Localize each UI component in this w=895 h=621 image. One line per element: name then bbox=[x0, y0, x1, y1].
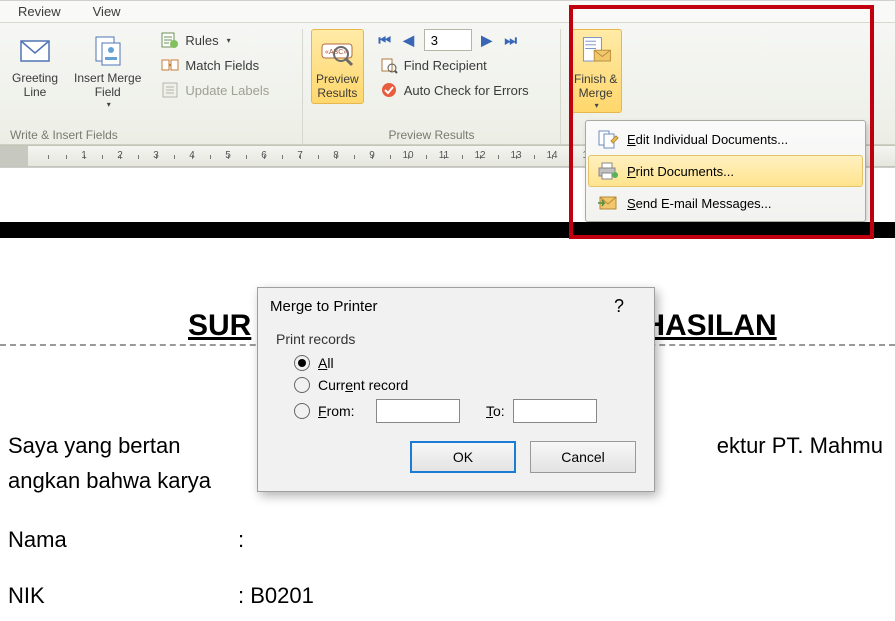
ruler-number: 13 bbox=[510, 150, 521, 161]
from-input[interactable] bbox=[376, 399, 460, 423]
tab-view[interactable]: View bbox=[87, 2, 127, 21]
separator-bar bbox=[0, 222, 895, 238]
chevron-down-icon: ▾ bbox=[595, 101, 599, 110]
tab-review[interactable]: Review bbox=[12, 2, 67, 21]
finish-merge-label: Finish & Merge bbox=[574, 72, 617, 101]
body-line-1-right: ektur PT. Mahmu bbox=[717, 428, 883, 463]
dialog-title: Merge to Printer bbox=[270, 298, 378, 315]
ruler-number: 8 bbox=[333, 150, 339, 161]
radio-from[interactable] bbox=[294, 403, 310, 419]
first-record-button[interactable]: ⏮ bbox=[376, 31, 394, 49]
last-record-button[interactable]: ⏭ bbox=[502, 31, 520, 49]
to-label: To: bbox=[486, 403, 505, 419]
field-nik-label: NIK bbox=[8, 578, 238, 613]
group-write-insert: Greeting Line Insert Merge Field ▾ Rules… bbox=[0, 29, 303, 144]
preview-results-button[interactable]: «ABC» Preview Results bbox=[311, 29, 364, 104]
ruler-number: 1 bbox=[81, 150, 87, 161]
insert-merge-field-button[interactable]: Insert Merge Field ▾ bbox=[70, 29, 145, 111]
ruler-number: 14 bbox=[546, 150, 557, 161]
group-preview-results: «ABC» Preview Results ⏮ ◀ ▶ ⏭ Find Recip… bbox=[303, 29, 561, 144]
menu-edit-label: Edit Individual Documents... bbox=[627, 132, 788, 147]
auto-check-label: Auto Check for Errors bbox=[404, 83, 529, 98]
find-recipient-label: Find Recipient bbox=[404, 58, 487, 73]
body-line-1-left: Saya yang bertan bbox=[8, 428, 180, 463]
ruler-number: 7 bbox=[297, 150, 303, 161]
ruler-number: 12 bbox=[474, 150, 485, 161]
doc-title-left: SUR bbox=[188, 302, 251, 350]
menu-edit-individual[interactable]: Edit Individual Documents... bbox=[588, 123, 863, 155]
match-fields-icon bbox=[161, 56, 179, 74]
menu-print-label: Print Documents... bbox=[627, 164, 734, 179]
chevron-down-icon: ▾ bbox=[107, 100, 111, 109]
match-fields-label: Match Fields bbox=[185, 58, 259, 73]
find-recipient-button[interactable]: Find Recipient bbox=[376, 54, 533, 76]
radio-current[interactable] bbox=[294, 377, 310, 393]
record-number-input[interactable] bbox=[424, 29, 472, 51]
field-nik-value: : B0201 bbox=[238, 578, 314, 613]
finish-merge-menu: Edit Individual Documents... Print Docum… bbox=[585, 120, 866, 222]
match-fields-button[interactable]: Match Fields bbox=[157, 54, 273, 76]
insert-merge-icon bbox=[90, 33, 126, 69]
next-record-button[interactable]: ▶ bbox=[478, 31, 496, 49]
group-label-preview: Preview Results bbox=[311, 128, 552, 142]
cancel-button[interactable]: Cancel bbox=[530, 441, 636, 473]
magnifier-icon: «ABC» bbox=[319, 34, 355, 70]
radio-all-label: All bbox=[318, 355, 334, 371]
merge-to-printer-dialog: Merge to Printer ? Print records All Cur… bbox=[257, 287, 655, 492]
insert-merge-label: Insert Merge Field bbox=[74, 71, 141, 100]
update-labels-button: Update Labels bbox=[157, 79, 273, 101]
find-recipient-icon bbox=[380, 56, 398, 74]
update-labels-label: Update Labels bbox=[185, 83, 269, 98]
radio-from-label: From: bbox=[318, 403, 368, 419]
ruler-number: 10 bbox=[402, 150, 413, 161]
ruler-number: 11 bbox=[439, 150, 449, 161]
to-input[interactable] bbox=[513, 399, 597, 423]
dialog-help-button[interactable]: ? bbox=[614, 296, 624, 317]
ruler-number: 2 bbox=[117, 150, 123, 161]
group-label-write: Write & Insert Fields bbox=[10, 128, 294, 142]
rules-icon bbox=[161, 31, 179, 49]
ruler-number: 3 bbox=[153, 150, 159, 161]
send-email-icon bbox=[597, 193, 619, 213]
auto-check-button[interactable]: Auto Check for Errors bbox=[376, 79, 533, 101]
preview-results-label: Preview Results bbox=[316, 72, 359, 101]
print-records-label: Print records bbox=[276, 331, 636, 347]
radio-all[interactable] bbox=[294, 355, 310, 371]
field-nama-colon: : bbox=[238, 522, 244, 557]
ribbon-tabs: Review View bbox=[0, 0, 895, 22]
menu-send-label: Send E-mail Messages... bbox=[627, 196, 772, 211]
update-labels-icon bbox=[161, 81, 179, 99]
rules-button[interactable]: Rules ▾ bbox=[157, 29, 273, 51]
chevron-down-icon: ▾ bbox=[227, 36, 231, 45]
ruler-number: 5 bbox=[225, 150, 231, 161]
greeting-line-button[interactable]: Greeting Line bbox=[8, 29, 62, 102]
doc-title-right: HASILAN bbox=[643, 302, 776, 350]
menu-print-documents[interactable]: Print Documents... bbox=[588, 155, 863, 187]
field-nama-label: Nama bbox=[8, 522, 238, 557]
ruler-number: 9 bbox=[369, 150, 375, 161]
menu-send-email[interactable]: Send E-mail Messages... bbox=[588, 187, 863, 219]
dialog-titlebar: Merge to Printer ? bbox=[258, 288, 654, 325]
greeting-label: Greeting Line bbox=[12, 71, 58, 100]
rules-label: Rules bbox=[185, 33, 218, 48]
ruler-number: 6 bbox=[261, 150, 267, 161]
ruler-number: 4 bbox=[189, 150, 195, 161]
finish-merge-icon bbox=[578, 34, 614, 70]
ok-button[interactable]: OK bbox=[410, 441, 516, 473]
edit-individual-icon bbox=[597, 129, 619, 149]
prev-record-button[interactable]: ◀ bbox=[400, 31, 418, 49]
greeting-icon bbox=[17, 33, 53, 69]
auto-check-icon bbox=[380, 81, 398, 99]
radio-current-label: Current record bbox=[318, 377, 408, 393]
print-documents-icon bbox=[597, 161, 619, 181]
finish-merge-button[interactable]: Finish & Merge ▾ bbox=[569, 29, 622, 113]
